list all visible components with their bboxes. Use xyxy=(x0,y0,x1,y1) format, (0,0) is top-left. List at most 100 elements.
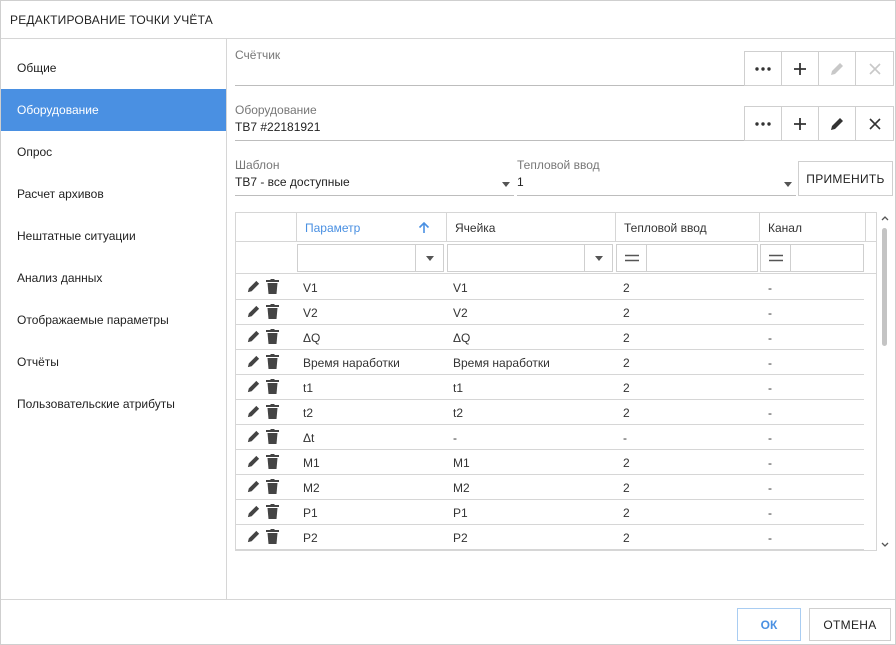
template-underline xyxy=(235,195,514,196)
row-edit-button[interactable] xyxy=(246,304,261,322)
row-delete-button[interactable] xyxy=(266,354,279,372)
row-edit-button[interactable] xyxy=(246,354,261,372)
filter-operator-button[interactable] xyxy=(761,245,791,271)
meter-label: Счётчик xyxy=(235,48,281,62)
heat-input-select[interactable]: Тепловой ввод 1 xyxy=(517,158,796,196)
meter-field[interactable]: Счётчик xyxy=(235,48,744,86)
row-edit-button[interactable] xyxy=(246,429,261,447)
row-delete-button[interactable] xyxy=(266,454,279,472)
pencil-icon xyxy=(247,305,260,318)
column-header-channel[interactable]: Канал xyxy=(760,213,866,242)
pencil-icon xyxy=(247,280,260,293)
row-delete-button[interactable] xyxy=(266,529,279,547)
sidebar-item-equipment[interactable]: Оборудование xyxy=(1,89,226,131)
filter-dropdown-button[interactable] xyxy=(415,245,443,271)
plus-icon xyxy=(794,62,806,75)
sidebar-item-polling[interactable]: Опрос xyxy=(1,131,226,173)
row-delete-button[interactable] xyxy=(266,479,279,497)
cell-heat-input: - xyxy=(623,431,627,445)
apply-button[interactable]: ПРИМЕНИТЬ xyxy=(798,161,893,196)
sidebar: Общие Оборудование Опрос Расчет архивов … xyxy=(1,39,227,599)
row-edit-button[interactable] xyxy=(246,329,261,347)
cell-channel: - xyxy=(768,531,772,545)
table-row[interactable]: Время наработки Время наработки 2 - xyxy=(236,350,864,375)
table-row[interactable]: M2 M2 2 - xyxy=(236,475,864,500)
row-delete-button[interactable] xyxy=(266,404,279,422)
scrollbar-thumb[interactable] xyxy=(882,228,887,346)
chevron-up-icon[interactable] xyxy=(881,215,889,221)
sidebar-item-displayed-params[interactable]: Отображаемые параметры xyxy=(1,299,226,341)
cell-parameter: Δt xyxy=(303,431,315,445)
row-delete-button[interactable] xyxy=(266,504,279,522)
row-edit-button[interactable] xyxy=(246,379,261,397)
equipment-field[interactable]: Оборудование ТВ7 #22181921 xyxy=(235,103,744,141)
row-edit-button[interactable] xyxy=(246,454,261,472)
sidebar-item-label: Анализ данных xyxy=(17,271,103,285)
row-edit-button[interactable] xyxy=(246,479,261,497)
cell-heat-input: 2 xyxy=(623,406,630,420)
column-header-parameter[interactable]: Параметр xyxy=(297,213,447,242)
heat-input-filter[interactable] xyxy=(616,244,758,272)
meter-edit-button[interactable] xyxy=(819,52,856,85)
sidebar-item-reports[interactable]: Отчёты xyxy=(1,341,226,383)
row-delete-button[interactable] xyxy=(266,329,279,347)
row-edit-button[interactable] xyxy=(246,404,261,422)
column-header-heat-input[interactable]: Тепловой ввод xyxy=(616,213,760,242)
table-row[interactable]: V2 V2 2 - xyxy=(236,300,864,325)
equipment-browse-button[interactable] xyxy=(745,107,782,140)
row-edit-button[interactable] xyxy=(246,529,261,547)
table-row[interactable]: t2 t2 2 - xyxy=(236,400,864,425)
meter-browse-button[interactable] xyxy=(745,52,782,85)
table-row[interactable]: Δt - - - xyxy=(236,425,864,450)
table-row[interactable]: P2 P2 2 - xyxy=(236,525,864,550)
row-delete-button[interactable] xyxy=(266,279,279,297)
sidebar-item-data-analysis[interactable]: Анализ данных xyxy=(1,257,226,299)
chevron-down-icon xyxy=(595,256,603,261)
table-row[interactable]: P1 P1 2 - xyxy=(236,500,864,525)
sidebar-item-archive-calc[interactable]: Расчет архивов xyxy=(1,173,226,215)
filter-operator-button[interactable] xyxy=(617,245,647,271)
cell-channel: - xyxy=(768,506,772,520)
sidebar-item-label: Опрос xyxy=(17,145,53,159)
table-row[interactable]: t1 t1 2 - xyxy=(236,375,864,400)
channel-filter[interactable] xyxy=(760,244,864,272)
row-delete-button[interactable] xyxy=(266,429,279,447)
equipment-add-button[interactable] xyxy=(782,107,819,140)
row-edit-button[interactable] xyxy=(246,504,261,522)
cancel-button[interactable]: ОТМЕНА xyxy=(809,608,891,641)
cell-heat-input: 2 xyxy=(623,481,630,495)
cell-heat-input: 2 xyxy=(623,381,630,395)
dialog-title: РЕДАКТИРОВАНИЕ ТОЧКИ УЧЁТА xyxy=(10,13,213,27)
cell-parameter: ΔQ xyxy=(303,331,321,345)
trash-icon xyxy=(266,404,279,419)
sidebar-item-user-attributes[interactable]: Пользовательские атрибуты xyxy=(1,383,226,425)
cell-cell: P2 xyxy=(453,531,468,545)
row-edit-button[interactable] xyxy=(246,279,261,297)
column-header-cell[interactable]: Ячейка xyxy=(447,213,616,242)
cell-parameter: V1 xyxy=(303,281,318,295)
sidebar-item-label: Пользовательские атрибуты xyxy=(17,397,175,411)
table-row[interactable]: M1 M1 2 - xyxy=(236,450,864,475)
chevron-down-icon xyxy=(502,182,510,187)
equipment-clear-button[interactable] xyxy=(856,107,893,140)
cell-cell: P1 xyxy=(453,506,468,520)
ok-button[interactable]: ОК xyxy=(737,608,801,641)
meter-add-button[interactable] xyxy=(782,52,819,85)
table-row[interactable]: V1 V1 2 - xyxy=(236,275,864,300)
sidebar-item-general[interactable]: Общие xyxy=(1,47,226,89)
meter-clear-button[interactable] xyxy=(856,52,893,85)
template-select[interactable]: Шаблон ТВ7 - все доступные xyxy=(235,158,514,196)
table-row[interactable]: ΔQ ΔQ 2 - xyxy=(236,325,864,350)
row-actions xyxy=(246,504,279,522)
close-icon xyxy=(868,62,881,75)
parameter-filter-select[interactable] xyxy=(297,244,444,272)
trash-icon xyxy=(266,529,279,544)
filter-dropdown-button[interactable] xyxy=(584,245,612,271)
sidebar-item-emergencies[interactable]: Нештатные ситуации xyxy=(1,215,226,257)
row-delete-button[interactable] xyxy=(266,304,279,322)
cell-filter-select[interactable] xyxy=(447,244,613,272)
equipment-edit-button[interactable] xyxy=(819,107,856,140)
row-delete-button[interactable] xyxy=(266,379,279,397)
chevron-down-icon[interactable] xyxy=(881,542,889,548)
cell-heat-input: 2 xyxy=(623,331,630,345)
